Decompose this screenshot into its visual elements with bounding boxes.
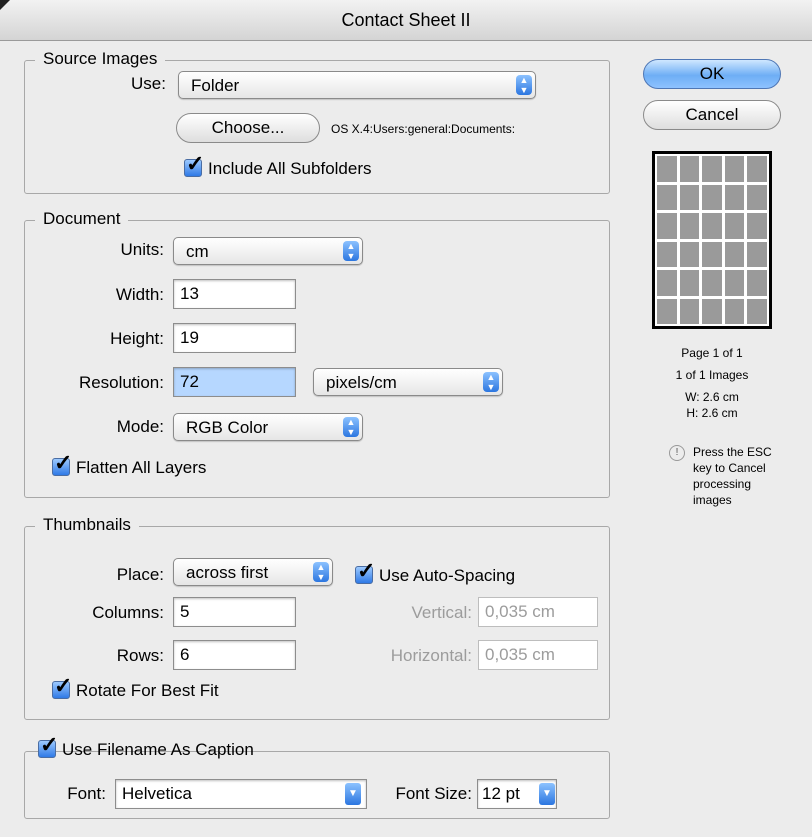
preview-cell [657,213,677,239]
preview-cell [679,298,700,324]
image-count: 1 of 1 Images [675,368,749,382]
preview-cell [724,270,745,296]
preview-cell [657,298,677,324]
popup-arrows-icon: ▲ ▼ [343,241,359,261]
use-filename-caption-label: Use Filename As Caption [62,740,254,759]
width-label: Width: [115,285,164,304]
preview-cell [657,270,677,296]
columns-field[interactable]: 5 [173,597,296,627]
checkbox-icon [355,560,375,584]
preview-cell [679,156,700,182]
preview-cell [679,213,700,239]
preview-cell [747,184,767,210]
popup-arrows-icon: ▲ ▼ [313,562,329,582]
checkbox-icon [52,675,72,699]
thumb-width: W: 2.6 cm [685,390,739,404]
font-dropdown-icon[interactable]: ▼ [345,783,361,805]
window-corner [0,0,10,10]
rows-label: Rows: [116,646,164,665]
checkbox-icon [38,734,58,758]
preview-cell [702,241,722,267]
folder-path: OS X.4:Users:general:Documents: [331,122,516,136]
preview-cell [702,270,722,296]
auto-spacing-label: Use Auto-Spacing [379,566,516,585]
resolution-unit-popup[interactable]: pixels/cm ▲ ▼ [313,368,503,396]
resolution-unit-value: pixels/cm [326,373,397,392]
include-subfolders-label: Include All Subfolders [208,159,372,178]
use-value: Folder [191,76,240,95]
horizontal-spacing-field[interactable]: 0,035 cm [478,640,598,670]
preview-cell [679,241,700,267]
place-popup[interactable]: across first ▲ ▼ [173,558,333,586]
preview-cell [702,156,722,182]
font-size-dropdown-icon[interactable]: ▼ [539,783,555,805]
horizontal-label: Horizontal: [390,646,472,665]
popup-arrows-icon: ▲ ▼ [516,75,532,95]
preview-grid [657,156,767,324]
contact-sheet-preview [652,151,772,329]
cancel-button[interactable]: Cancel [643,100,781,130]
vertical-label: Vertical: [411,603,472,622]
use-filename-caption-checkbox[interactable]: Use Filename As Caption [38,734,254,761]
checkbox-icon [52,452,72,476]
preview-cell [702,298,722,324]
preview-cell [724,298,745,324]
preview-cell [702,213,722,239]
popup-arrows-icon: ▲ ▼ [343,417,359,437]
flatten-layers-label: Flatten All Layers [76,458,207,477]
preview-cell [679,184,700,210]
mode-value: RGB Color [186,418,269,437]
preview-cell [702,184,722,210]
preview-cell [724,213,745,239]
mode-popup[interactable]: RGB Color ▲ ▼ [173,413,363,441]
font-size-label: Font Size: [395,784,472,803]
preview-cell [724,241,745,267]
document-title: Document [35,209,129,229]
esc-note: Press the ESC key to Cancel processing i… [693,445,772,507]
width-field[interactable]: 13 [173,279,296,309]
use-popup[interactable]: Folder ▲ ▼ [178,71,536,99]
thumbnails-title: Thumbnails [35,515,139,535]
popup-arrows-icon: ▲ ▼ [483,372,499,392]
units-label: Units: [120,240,164,259]
preview-cell [724,156,745,182]
preview-cell [747,298,767,324]
font-label: Font: [67,784,106,803]
mode-label: Mode: [116,417,164,436]
place-label: Place: [116,565,164,584]
preview-cell [657,156,677,182]
alert-icon: ! [669,445,685,461]
thumb-height: H: 2.6 cm [686,406,738,420]
vertical-spacing-field[interactable]: 0,035 cm [478,597,598,627]
height-label: Height: [110,329,164,348]
rows-field[interactable]: 6 [173,640,296,670]
preview-cell [747,156,767,182]
preview-cell [747,213,767,239]
place-value: across first [186,563,269,582]
checkbox-icon [184,153,204,177]
units-value: cm [186,242,209,261]
use-label: Use: [131,74,166,93]
source-images-title: Source Images [35,49,166,69]
dialog-title: Contact Sheet II [0,0,812,41]
columns-label: Columns: [92,603,164,622]
preview-cell [747,241,767,267]
font-field[interactable]: Helvetica [115,779,367,809]
resolution-label: Resolution: [78,373,164,392]
choose-button[interactable]: Choose... [176,113,320,143]
preview-cell [724,184,745,210]
page-count: Page 1 of 1 [681,346,743,360]
preview-cell [657,241,677,267]
preview-cell [679,270,700,296]
rotate-best-fit-label: Rotate For Best Fit [76,681,219,700]
resolution-field[interactable]: 72 [173,367,296,397]
height-field[interactable]: 19 [173,323,296,353]
ok-button[interactable]: OK [643,59,781,89]
preview-cell [657,184,677,210]
units-popup[interactable]: cm ▲ ▼ [173,237,363,265]
preview-cell [747,270,767,296]
